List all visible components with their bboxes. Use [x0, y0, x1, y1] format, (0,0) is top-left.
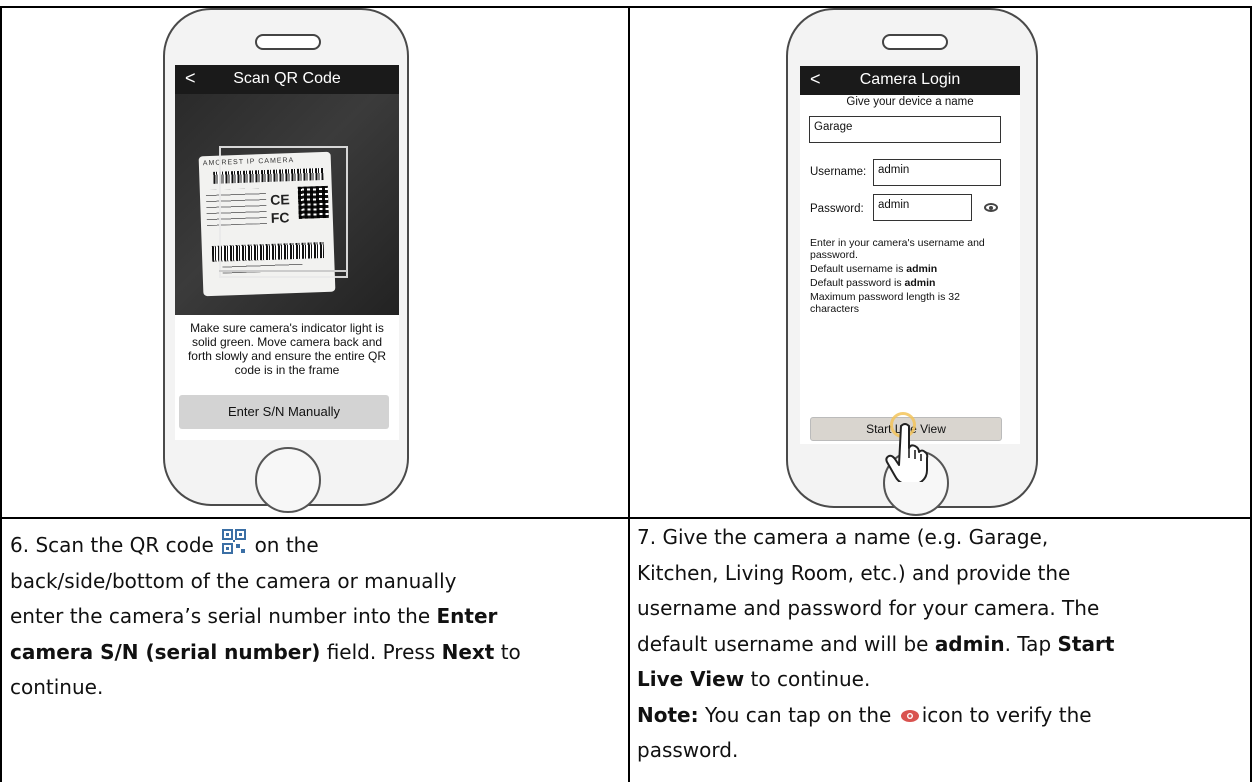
- table-top-border: [0, 6, 1252, 8]
- step-6-line-4: camera S/N (serial number) field. Press …: [10, 639, 521, 664]
- step-7-line-2: Kitchen, Living Room, etc.) and provide …: [637, 560, 1071, 585]
- screen-title: Camera Login: [859, 71, 961, 88]
- step-7-line-4: default username and will be admin. Tap …: [637, 631, 1115, 656]
- username-input[interactable]: admin: [873, 159, 1001, 186]
- step-7-note: Note: You can tap on the icon to verify …: [637, 702, 1092, 727]
- app-header: < Scan QR Code: [175, 65, 399, 94]
- instruction-table: < Scan QR Code AMCREST IP CAMERA CE FC M…: [0, 0, 1252, 782]
- table-column-divider: [628, 6, 630, 782]
- phone-screen: < Camera Login Give your device a name G…: [800, 66, 1020, 444]
- screen-title: Scan QR Code: [233, 70, 341, 87]
- scan-instruction: Make sure camera's indicator light is so…: [187, 321, 387, 377]
- table-left-border: [0, 6, 2, 782]
- phone-speaker: [882, 34, 948, 50]
- enter-sn-manually-button[interactable]: Enter S/N Manually: [179, 395, 389, 429]
- step-7-text: 7. Give the camera a name (e.g. Garage, …: [637, 520, 1247, 769]
- phone-scan-qr: < Scan QR Code AMCREST IP CAMERA CE FC M…: [163, 8, 409, 513]
- username-label: Username:: [810, 166, 867, 178]
- password-input[interactable]: admin: [873, 194, 972, 221]
- step-7-line-5: Live View to continue.: [637, 667, 871, 691]
- phone-camera-login: < Camera Login Give your device a name G…: [786, 8, 1038, 516]
- show-password-eye-icon[interactable]: [984, 203, 998, 212]
- scan-line: [219, 270, 347, 272]
- device-name-caption: Give your device a name: [846, 96, 974, 108]
- step-6-line-3: enter the camera’s serial number into th…: [10, 604, 498, 628]
- phone-speaker: [255, 34, 321, 50]
- step-6-line-2: back/side/bottom of the camera or manual…: [10, 568, 457, 593]
- camera-viewfinder: AMCREST IP CAMERA CE FC: [175, 94, 399, 315]
- max-password-length-info: Maximum password length is 32 characters: [810, 291, 960, 315]
- qr-code-icon: [222, 529, 247, 554]
- step-7-line-3: username and password for your camera. T…: [637, 596, 1100, 620]
- password-label: Password:: [810, 203, 864, 215]
- scan-frame: [219, 146, 348, 278]
- step-7-line-1: 7. Give the camera a name (e.g. Garage,: [637, 525, 1049, 549]
- default-password-info: Default password is admin: [810, 277, 936, 289]
- step-6-line-1: 6. Scan the QR code on the: [10, 528, 620, 564]
- eye-icon: [900, 709, 919, 722]
- phone-screen: < Scan QR Code AMCREST IP CAMERA CE FC M…: [175, 65, 399, 440]
- step-6-text: 6. Scan the QR code on the back/side/bot…: [10, 528, 620, 706]
- login-info-intro: Enter in your camera's username and pass…: [810, 237, 985, 261]
- phone-home-button: [255, 447, 321, 513]
- step-6-line-5: continue.: [10, 675, 104, 699]
- table-row-divider: [0, 517, 1252, 519]
- default-username-info: Default username is admin: [810, 263, 938, 275]
- step-7-note-line-2: password.: [637, 738, 739, 762]
- tap-hand-icon: [885, 423, 929, 482]
- device-name-input[interactable]: Garage: [809, 116, 1001, 143]
- app-header: < Camera Login: [800, 66, 1020, 95]
